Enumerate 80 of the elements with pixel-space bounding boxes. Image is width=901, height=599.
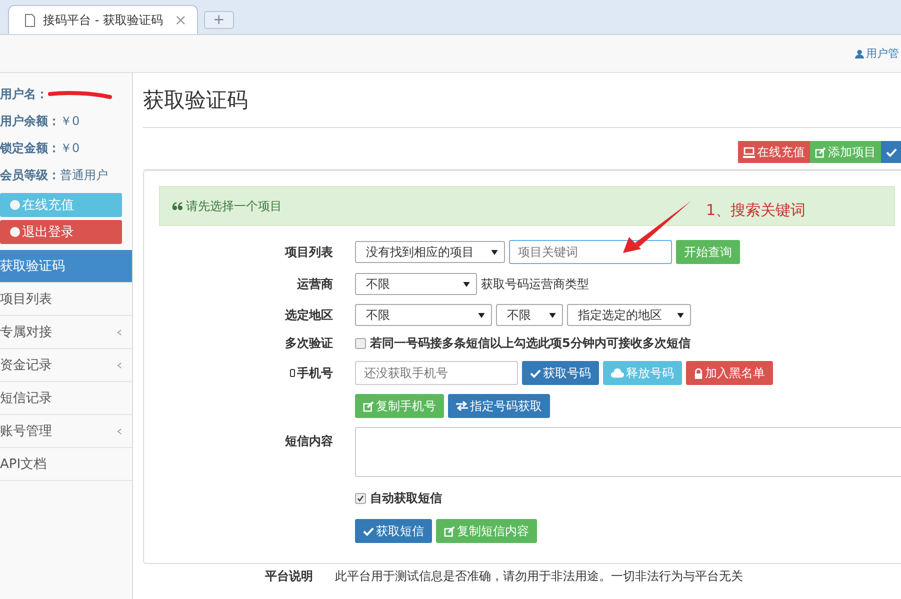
field-label: 项目列表 xyxy=(284,244,333,260)
nav-label: API文档 xyxy=(0,456,47,473)
info-value: 普通用户 xyxy=(60,167,108,184)
action-button[interactable]: 复制短信内容 xyxy=(436,519,537,543)
action-button[interactable]: 指定号码获取 xyxy=(448,394,550,418)
edit-icon xyxy=(363,400,374,412)
action-button[interactable]: 获取短信 xyxy=(355,519,432,543)
close-icon[interactable]: × xyxy=(174,11,187,29)
project-select[interactable]: 没有找到相应的项目 xyxy=(355,241,505,263)
edit-icon xyxy=(815,146,826,158)
toolbar-button[interactable]: 添加项目 xyxy=(810,141,881,163)
phone-icon xyxy=(290,369,295,377)
nav-item[interactable]: 专属对接 xyxy=(0,316,132,349)
region-select[interactable]: 指定选定的地区 xyxy=(567,304,691,326)
monitor-icon xyxy=(743,146,755,158)
dropdown-arrow-icon xyxy=(463,282,470,286)
action-button[interactable]: 获取号码 xyxy=(522,361,599,385)
nav-item[interactable]: 项目列表 xyxy=(0,283,132,316)
hint-text: 获取号码运营商类型 xyxy=(481,276,589,292)
sidebar-button[interactable]: 退出登录 xyxy=(0,220,122,244)
circle-icon xyxy=(10,227,20,237)
edit-icon xyxy=(444,526,455,536)
checkbox-label: 若同一号码接多条短信以上勾选此项5分钟内可接收多次短信 xyxy=(370,335,690,352)
checkbox-label: 自动获取短信 xyxy=(370,490,442,506)
field-label: 手机号 xyxy=(159,364,333,382)
alert-text: 请先选择一个项目 xyxy=(186,198,282,214)
new-tab-button[interactable]: + xyxy=(204,11,234,29)
footer-label: 平台说明 xyxy=(265,568,313,585)
nav-label: 资金记录 xyxy=(0,357,52,374)
field-label: 多次验证 xyxy=(284,335,333,352)
nav-item[interactable]: API文档 xyxy=(0,448,132,481)
info-label: 用户余额： xyxy=(0,113,60,130)
cloud-icon xyxy=(611,368,624,378)
nav-item[interactable]: 短信记录 xyxy=(0,382,132,415)
nav-item[interactable]: 获取验证码 xyxy=(0,250,132,283)
toolbar-button[interactable]: 在线充值 xyxy=(738,141,810,163)
dropdown-arrow-icon xyxy=(478,312,485,318)
nav-label: 项目列表 xyxy=(0,291,52,308)
page-title: 获取验证码 xyxy=(143,73,901,128)
info-label: 用户名： xyxy=(0,86,48,103)
dropdown-arrow-icon xyxy=(549,312,556,318)
annotation-text: 1、搜索关键词 xyxy=(706,201,806,220)
user-menu[interactable]: 用户管 xyxy=(855,46,899,61)
phone-field[interactable]: 还没获取手机号 xyxy=(355,361,518,385)
info-label: 会员等级： xyxy=(0,167,60,184)
user-icon xyxy=(855,48,864,58)
nav-label: 获取验证码 xyxy=(0,258,65,275)
region-select[interactable]: 不限 xyxy=(355,304,492,326)
quote-icon xyxy=(172,202,183,210)
field-label: 运营商 xyxy=(296,276,333,292)
info-value: ￥0 xyxy=(60,113,80,130)
footer-text: 此平台用于测试信息是否准确，请勿用于非法用途。一切非法行为与平台无关 xyxy=(335,568,743,585)
check-icon xyxy=(363,526,374,536)
nav-item[interactable]: 账号管理 xyxy=(0,415,132,448)
browser-tab[interactable]: 接码平台 - 获取验证码 × xyxy=(8,5,198,34)
dropdown-arrow-icon xyxy=(491,250,498,254)
info-value: ￥0 xyxy=(60,140,80,157)
action-button[interactable]: 加入黑名单 xyxy=(686,361,773,385)
page-icon xyxy=(25,14,35,26)
nav-label: 专属对接 xyxy=(0,324,52,341)
nav-label: 短信记录 xyxy=(0,390,52,407)
checkbox[interactable] xyxy=(355,492,366,504)
check-icon xyxy=(530,368,541,378)
nav-label: 账号管理 xyxy=(0,423,52,440)
swap-icon xyxy=(456,401,468,411)
lock-icon xyxy=(694,368,703,378)
dropdown-arrow-icon xyxy=(677,312,684,318)
carrier-select[interactable]: 不限 xyxy=(355,273,477,295)
keyword-field[interactable]: 项目关键词 xyxy=(509,240,672,264)
tab-title: 接码平台 - 获取验证码 xyxy=(43,12,164,28)
search-button[interactable]: 开始查询 xyxy=(676,240,740,264)
field-label: 选定地区 xyxy=(284,306,333,324)
check-icon xyxy=(886,146,897,158)
circle-icon xyxy=(10,200,20,210)
check-icon xyxy=(357,494,364,502)
checkbox[interactable] xyxy=(355,338,366,349)
nav-item[interactable]: 资金记录 xyxy=(0,349,132,382)
region-select[interactable]: 不限 xyxy=(496,304,563,326)
field-label: 短信内容 xyxy=(284,433,333,450)
action-button[interactable]: 复制手机号 xyxy=(355,394,444,418)
